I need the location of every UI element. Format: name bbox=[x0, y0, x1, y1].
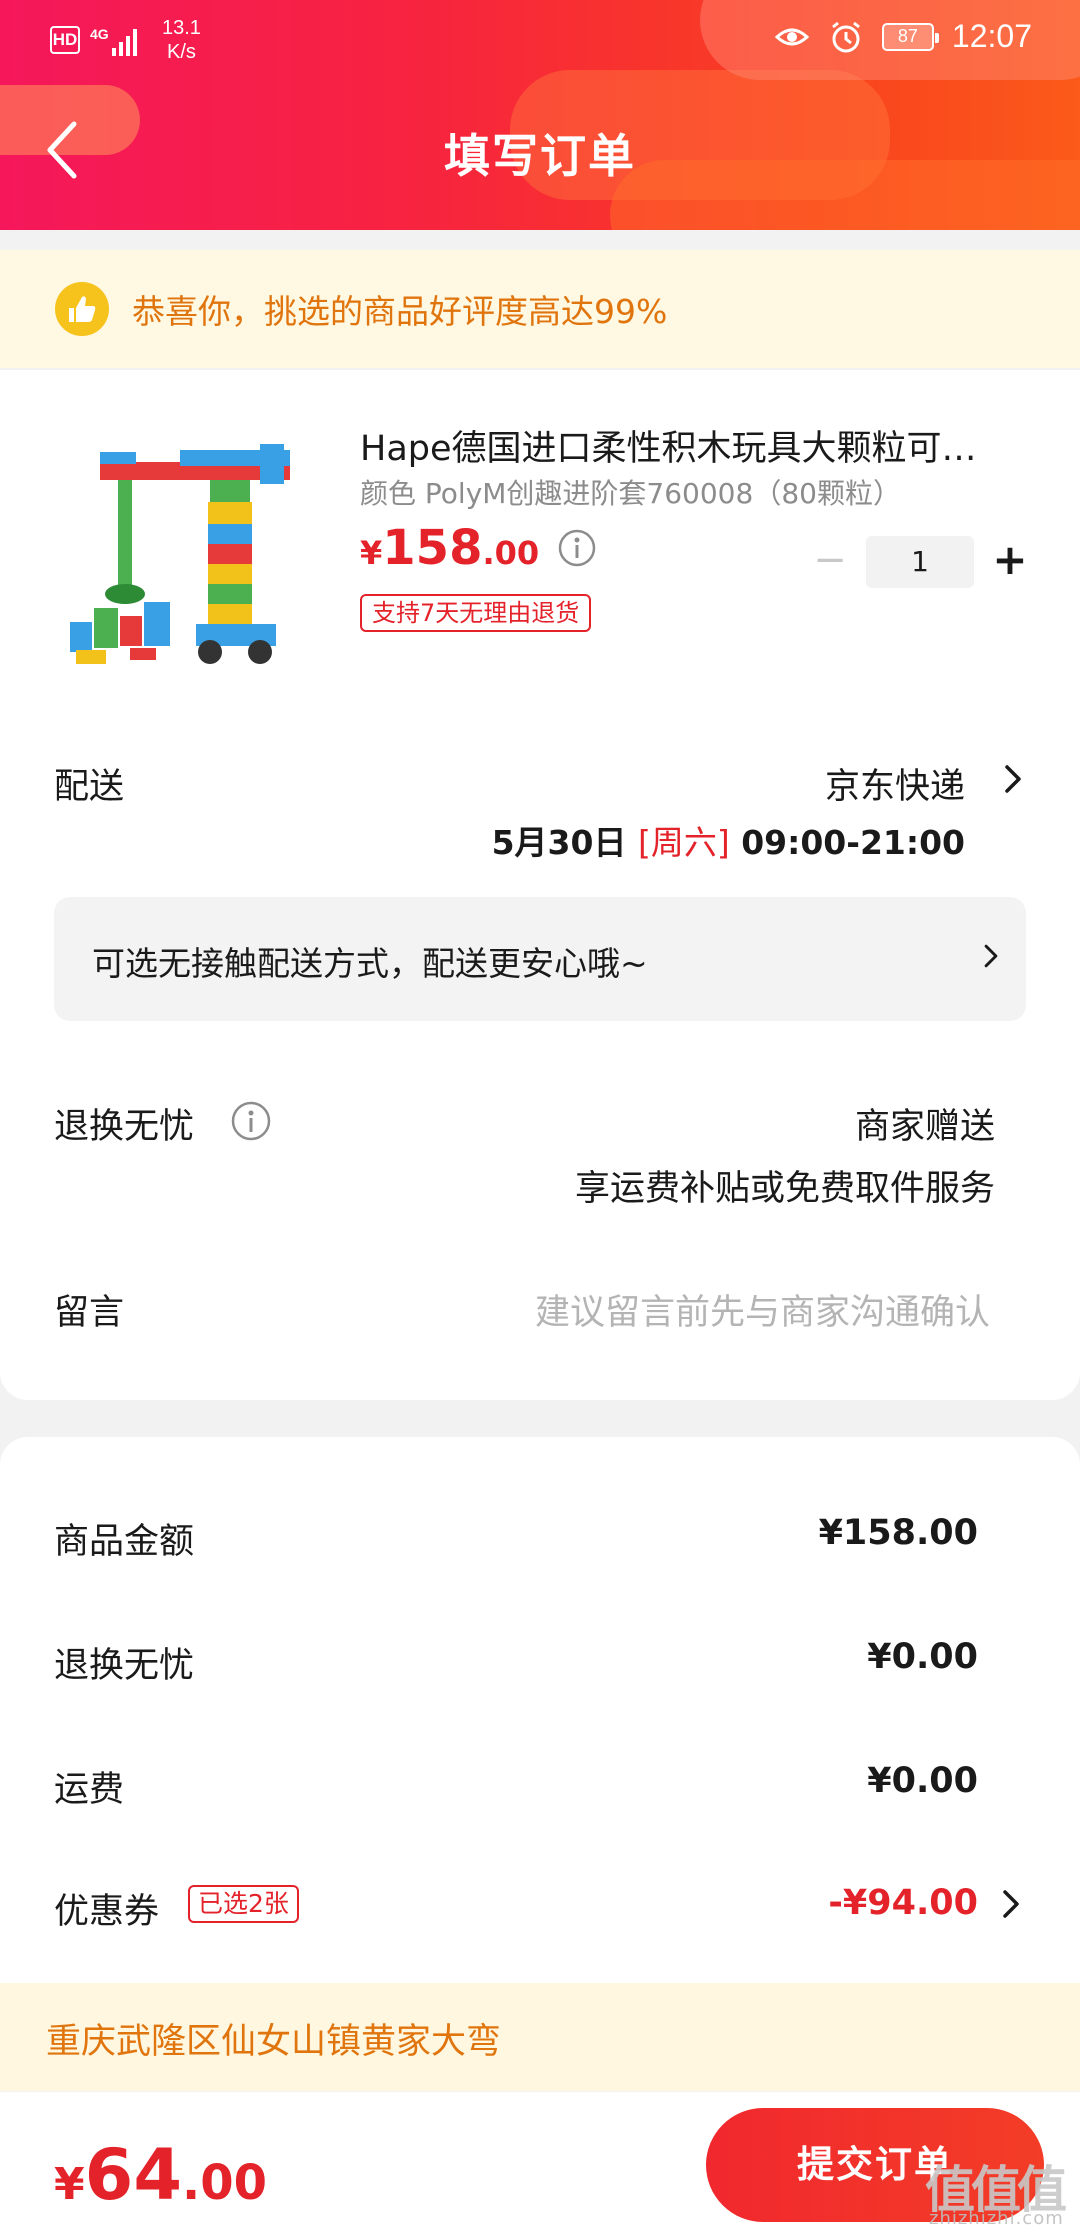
contactless-delivery-option[interactable]: 可选无接触配送方式，配送更安心哦~ bbox=[54, 897, 1026, 1021]
worry-free-description: 享运费补贴或免费取件服务 bbox=[574, 1169, 995, 1209]
goods-amount-value: ¥158.00 bbox=[818, 1513, 978, 1553]
status-right: 87 12:07 bbox=[774, 18, 1032, 55]
delivery-date: 5月30日 bbox=[491, 823, 627, 862]
praise-banner: 恭喜你，挑选的商品好评度高达99% bbox=[0, 250, 1080, 368]
delivery-label: 配送 bbox=[54, 767, 125, 807]
clock: 12:07 bbox=[951, 18, 1032, 54]
watermark-site: zhizhizhi.com bbox=[929, 2208, 1064, 2229]
total-integer: 64 bbox=[84, 2134, 183, 2216]
worry-free-fee-value: ¥0.00 bbox=[867, 1637, 978, 1677]
status-left: HD 4G 13.1 K/s bbox=[50, 16, 201, 64]
shipping-fee-value: ¥0.00 bbox=[867, 1761, 978, 1801]
quantity-decrease-button[interactable]: − bbox=[808, 540, 852, 584]
signal-icon: 4G bbox=[90, 22, 146, 62]
worry-free-fee-label: 退换无忧 bbox=[54, 1646, 195, 1686]
worry-free-value: 商家赠送 bbox=[854, 1107, 995, 1147]
price-summary: 商品金额 ¥158.00 退换无忧 ¥0.00 运费 ¥0.00 优惠券 已选2… bbox=[0, 1437, 1080, 2077]
watermark: 值值值 zhizhizhi.com bbox=[925, 2150, 1075, 2236]
goods-amount-label: 商品金额 bbox=[54, 1522, 195, 1562]
eye-icon bbox=[774, 28, 810, 45]
total-decimal: .00 bbox=[182, 2155, 268, 2211]
info-icon[interactable] bbox=[230, 1100, 272, 1142]
quantity-increase-button[interactable]: + bbox=[988, 539, 1032, 584]
delivery-time[interactable]: 5月30日 [周六] 09:00-21:00 bbox=[492, 816, 965, 864]
price-info-icon[interactable] bbox=[557, 528, 597, 568]
battery-icon: 87 bbox=[881, 22, 939, 51]
chevron-right-icon[interactable] bbox=[1000, 1887, 1022, 1921]
network-type: 4G bbox=[90, 26, 109, 42]
shipping-fee-label: 运费 bbox=[54, 1770, 125, 1810]
product-image[interactable] bbox=[60, 422, 322, 682]
quantity-input[interactable]: 1 bbox=[866, 536, 974, 588]
signal-bars bbox=[112, 26, 137, 56]
total-currency: ¥ bbox=[54, 2159, 85, 2210]
product-price: ¥ 158 .00 bbox=[360, 520, 597, 576]
coupon-count-badge[interactable]: 已选2张 bbox=[188, 1885, 299, 1923]
return-policy-badge: 支持7天无理由退货 bbox=[360, 594, 592, 632]
order-card: Hape德国进口柔性积木玩具大颗粒可… 颜色 PolyM创趣进阶套760008（… bbox=[0, 370, 1080, 1400]
header: HD 4G 13.1 K/s 87 12:07 填写订单 bbox=[0, 0, 1080, 230]
shipping-address-bar[interactable]: 重庆武隆区仙女山镇黄家大弯 bbox=[0, 1983, 1080, 2091]
network-speed: 13.1 K/s bbox=[162, 16, 201, 64]
price-currency: ¥ bbox=[360, 534, 383, 572]
page-title: 填写订单 bbox=[444, 129, 636, 183]
chevron-right-icon bbox=[984, 944, 998, 968]
quantity-stepper: − 1 + bbox=[808, 536, 1032, 588]
delivery-time-range: 09:00-21:00 bbox=[741, 823, 965, 862]
delivery-method[interactable]: 京东快递 bbox=[825, 758, 965, 809]
hd-icon: HD bbox=[50, 26, 80, 54]
message-label: 留言 bbox=[54, 1293, 125, 1333]
price-integer: 158 bbox=[382, 520, 483, 576]
chevron-right-icon[interactable] bbox=[1002, 762, 1024, 796]
order-total: ¥ 64 .00 bbox=[54, 2134, 267, 2216]
coupon-discount-value[interactable]: -¥94.00 bbox=[828, 1883, 978, 1923]
coupon-label[interactable]: 优惠券 bbox=[54, 1883, 159, 1934]
shipping-address: 重庆武隆区仙女山镇黄家大弯 bbox=[46, 2022, 502, 2062]
status-bar: HD 4G 13.1 K/s 87 12:07 bbox=[0, 0, 1080, 80]
message-input[interactable]: 建议留言前先与商家沟通确认 bbox=[535, 1284, 990, 1335]
thumbs-up-icon bbox=[55, 282, 109, 336]
product-spec: 颜色 PolyM创趣进阶套760008（80颗粒） bbox=[360, 477, 901, 510]
praise-text: 恭喜你，挑选的商品好评度高达99% bbox=[132, 292, 668, 331]
bottom-bar: ¥ 64 .00 提交订单 bbox=[0, 2092, 1080, 2240]
price-decimal: .00 bbox=[482, 534, 540, 572]
contactless-text: 可选无接触配送方式，配送更安心哦~ bbox=[92, 944, 648, 983]
worry-free-label: 退换无忧 bbox=[54, 1107, 195, 1147]
alarm-clock-icon bbox=[831, 21, 860, 52]
delivery-weekday: [周六] bbox=[637, 823, 730, 862]
product-title[interactable]: Hape德国进口柔性积木玩具大颗粒可… bbox=[360, 420, 1030, 471]
network-speed-unit: K/s bbox=[167, 41, 196, 63]
network-speed-value: 13.1 bbox=[162, 17, 201, 39]
